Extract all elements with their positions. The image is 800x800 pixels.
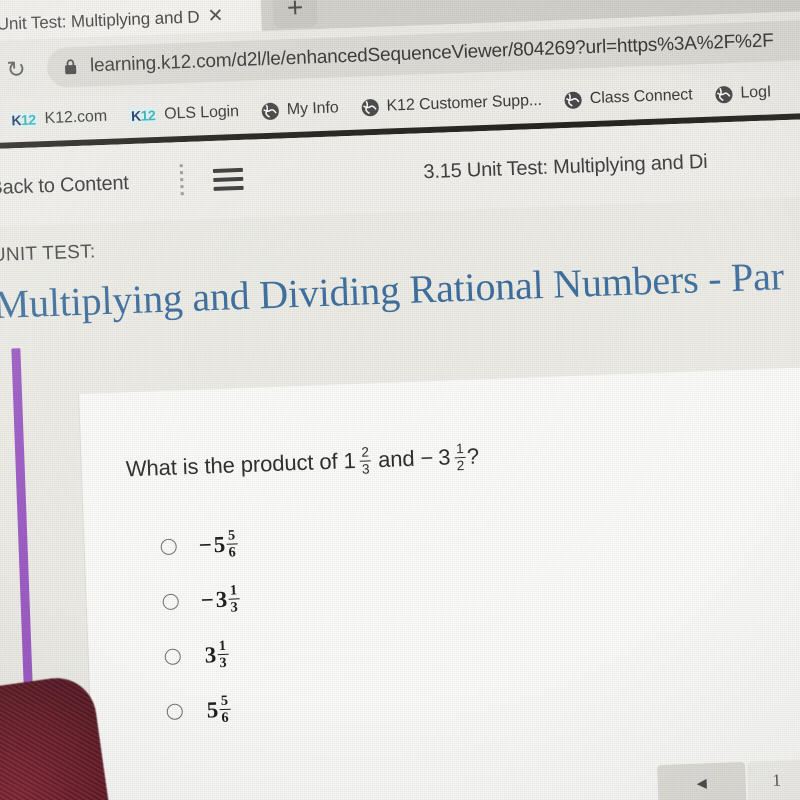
bookmark-ols-login[interactable]: K12 OLS Login — [117, 95, 250, 134]
bookmark-k12-customer-support[interactable]: K12 Customer Supp... — [349, 83, 554, 124]
radio-button[interactable] — [162, 593, 179, 610]
answer-whole: 3 — [204, 641, 217, 668]
operand-2: − 3 1 2 — [420, 440, 467, 474]
globe-icon — [714, 84, 734, 104]
answer-whole: 5 — [213, 531, 226, 557]
prompt-suffix: ? — [466, 443, 480, 470]
answer-value: − 3 1 3 — [200, 582, 241, 616]
url-text: learning.k12.com/d2l/le/enhancedSequence… — [89, 30, 774, 77]
k12-logo-icon: K12 — [9, 110, 38, 130]
operand-2-fraction: 1 2 — [454, 440, 467, 473]
operand-2-sign: − — [420, 445, 434, 471]
reload-icon[interactable]: ↻ — [0, 47, 38, 91]
bookmark-my-info[interactable]: My Info — [249, 91, 350, 129]
bookmark-k12-com[interactable]: K12 K12.com — [0, 99, 119, 137]
globe-icon — [261, 101, 281, 121]
bookmark-label: My Info — [286, 99, 339, 119]
radio-button[interactable] — [164, 647, 182, 665]
lock-icon — [63, 58, 79, 77]
question-card: What is the product of 1 2 3 and − 3 1 2… — [79, 366, 800, 800]
photograph-of-screen: 15 Unit Test: Multiplying and D ✕ + → ↻ … — [0, 0, 800, 800]
answer-fraction: 5 6 — [226, 527, 238, 561]
bookmark-login[interactable]: LogI — [703, 75, 783, 112]
operand-1: 1 2 3 — [343, 444, 373, 477]
new-tab-button[interactable]: + — [272, 0, 318, 29]
prompt-prefix: What is the product of — [125, 448, 338, 482]
operand-1-whole: 1 — [343, 448, 357, 474]
globe-icon — [360, 97, 380, 117]
pagination-page-1[interactable]: 1 — [746, 759, 800, 800]
answer-whole: 5 — [206, 696, 219, 723]
lesson-header-title: 3.15 Unit Test: Multiplying and Di — [423, 150, 708, 183]
question-pagination: ◀ 1 2 — [657, 757, 800, 800]
close-icon[interactable]: ✕ — [207, 6, 224, 28]
pagination-prev-button[interactable]: ◀ — [657, 761, 747, 800]
answer-fraction: 1 3 — [228, 582, 240, 616]
answer-sign: − — [198, 531, 213, 558]
page-content: Back to Content 3.15 Unit Test: Multiply… — [0, 117, 800, 800]
bookmark-label: K12 Customer Supp... — [386, 91, 543, 115]
back-to-content-link[interactable]: Back to Content — [0, 172, 129, 200]
answer-fraction: 1 3 — [217, 637, 229, 672]
question-prompt: What is the product of 1 2 3 and − 3 1 2… — [125, 441, 479, 484]
tab-title: 15 Unit Test: Multiplying and D — [0, 7, 200, 34]
answer-value: − 5 5 6 — [198, 527, 239, 561]
operand-1-fraction: 2 3 — [359, 444, 372, 477]
vertical-dots-icon — [180, 164, 185, 199]
k12-logo-icon: K12 — [128, 105, 158, 126]
bookmark-label: Class Connect — [589, 86, 693, 108]
hamburger-icon[interactable] — [213, 163, 244, 196]
monitor-screen: 15 Unit Test: Multiplying and D ✕ + → ↻ … — [0, 0, 800, 800]
bookmark-label: OLS Login — [163, 102, 240, 123]
operand-2-whole: 3 — [437, 444, 451, 471]
answer-fraction: 5 6 — [219, 692, 231, 727]
bookmark-class-connect[interactable]: Class Connect — [552, 78, 704, 118]
bookmark-label: K12.com — [44, 107, 108, 128]
bookmark-label: LogI — [740, 83, 772, 102]
globe-icon — [564, 90, 584, 110]
answer-value: 3 1 3 — [202, 637, 230, 672]
answer-whole: 3 — [215, 586, 228, 612]
radio-button[interactable] — [166, 702, 184, 720]
answer-value: 5 5 6 — [204, 692, 232, 727]
prompt-mid: and — [377, 445, 415, 473]
answer-options: − 5 5 6 − 3 1 3 3 1 3 5 5 6 — [160, 501, 668, 739]
answer-sign: − — [200, 586, 215, 613]
radio-button[interactable] — [160, 538, 177, 555]
